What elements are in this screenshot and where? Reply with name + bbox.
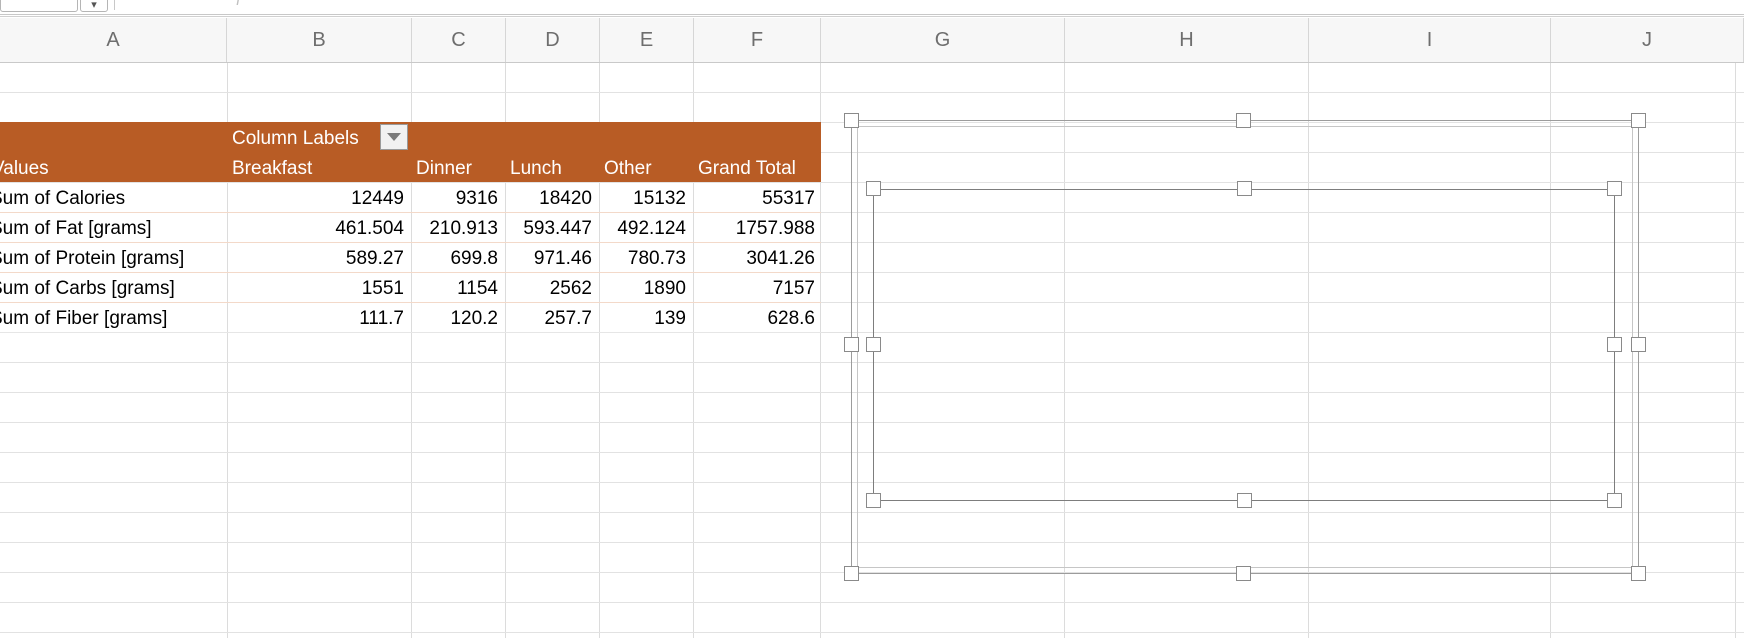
column-header-f[interactable]: F bbox=[694, 18, 821, 62]
pivot-cell[interactable]: 1890 bbox=[600, 274, 686, 304]
pivot-cell[interactable]: 120.2 bbox=[412, 304, 498, 334]
pivot-row-label[interactable]: Sum of Fiber [grams] bbox=[0, 304, 167, 334]
pivot-header-lunch: Lunch bbox=[510, 158, 562, 179]
formula-bar-border bbox=[0, 16, 1744, 17]
pivot-values-header: Values bbox=[0, 158, 49, 179]
pivot-header-grand-total: Grand Total bbox=[698, 158, 796, 179]
formula-separator bbox=[114, 0, 115, 10]
column-header-g[interactable]: G bbox=[821, 18, 1065, 62]
column-header-h[interactable]: H bbox=[1065, 18, 1309, 62]
pivot-cell[interactable]: 257.7 bbox=[506, 304, 592, 334]
plot-resize-handle[interactable] bbox=[1237, 181, 1252, 196]
pivot-cell[interactable]: 15132 bbox=[600, 184, 686, 214]
name-box-dropdown-button[interactable]: ▾ bbox=[80, 0, 108, 12]
pivot-cell[interactable]: 111.7 bbox=[232, 304, 404, 334]
name-box[interactable] bbox=[0, 0, 78, 12]
pivot-cell[interactable]: 139 bbox=[600, 304, 686, 334]
pivot-header-other: Other bbox=[604, 158, 652, 179]
function-icon[interactable]: f bbox=[236, 0, 240, 10]
pivot-cell[interactable]: 971.46 bbox=[506, 244, 592, 274]
column-header-c[interactable]: C bbox=[412, 18, 506, 62]
resize-handle[interactable] bbox=[844, 113, 859, 128]
pivot-cell[interactable]: 2562 bbox=[506, 274, 592, 304]
pivot-header-breakfast: Breakfast bbox=[232, 158, 313, 179]
plot-resize-handle[interactable] bbox=[1607, 181, 1622, 196]
pivot-cell[interactable]: 780.73 bbox=[600, 244, 686, 274]
column-header-a[interactable]: A bbox=[0, 18, 227, 62]
chevron-down-icon: ▾ bbox=[91, 0, 97, 11]
plot-resize-handle[interactable] bbox=[866, 493, 881, 508]
pivot-cell[interactable]: 18420 bbox=[506, 184, 592, 214]
column-header-j[interactable]: J bbox=[1551, 18, 1744, 62]
plot-resize-handle[interactable] bbox=[866, 181, 881, 196]
pivot-cell[interactable]: 628.6 bbox=[694, 304, 815, 334]
resize-handle[interactable] bbox=[1236, 113, 1251, 128]
pivot-cell[interactable]: 3041.26 bbox=[694, 244, 815, 274]
pivot-cell[interactable]: 1757.988 bbox=[694, 214, 815, 244]
plot-resize-handle[interactable] bbox=[1607, 337, 1622, 352]
resize-handle[interactable] bbox=[1631, 337, 1646, 352]
pivot-cell[interactable]: 593.447 bbox=[506, 214, 592, 244]
resize-handle[interactable] bbox=[1236, 566, 1251, 581]
pivot-column-labels: Column Labels bbox=[232, 128, 359, 149]
pivot-row-label[interactable]: Sum of Carbs [grams] bbox=[0, 274, 175, 304]
pivot-row-label[interactable]: Sum of Fat [grams] bbox=[0, 214, 152, 244]
resize-handle[interactable] bbox=[844, 566, 859, 581]
pivot-cell[interactable]: 492.124 bbox=[600, 214, 686, 244]
pivot-cell[interactable]: 1154 bbox=[412, 274, 498, 304]
plot-resize-handle[interactable] bbox=[866, 337, 881, 352]
pivot-cell[interactable]: 12449 bbox=[232, 184, 404, 214]
resize-handle[interactable] bbox=[1631, 113, 1646, 128]
pivot-cell[interactable]: 589.27 bbox=[232, 244, 404, 274]
formula-bar bbox=[0, 0, 1744, 15]
plot-resize-handle[interactable] bbox=[1607, 493, 1622, 508]
plot-area-frame[interactable] bbox=[873, 189, 1615, 501]
resize-handle[interactable] bbox=[844, 337, 859, 352]
filter-dropdown-icon bbox=[387, 133, 401, 141]
column-header-e[interactable]: E bbox=[600, 18, 694, 62]
column-header-d[interactable]: D bbox=[506, 18, 600, 62]
pivot-cell[interactable]: 55317 bbox=[694, 184, 815, 214]
pivot-row-label[interactable]: Sum of Calories bbox=[0, 184, 125, 214]
pivot-row-label[interactable]: Sum of Protein [grams] bbox=[0, 244, 184, 274]
column-header-b[interactable]: B bbox=[227, 18, 412, 62]
pivot-header-dinner: Dinner bbox=[416, 158, 472, 179]
pivot-cell[interactable]: 461.504 bbox=[232, 214, 404, 244]
plot-resize-handle[interactable] bbox=[1237, 493, 1252, 508]
pivot-cell[interactable]: 9316 bbox=[412, 184, 498, 214]
pivot-cell[interactable]: 1551 bbox=[232, 274, 404, 304]
column-header-row: A B C D E F G H I J bbox=[0, 18, 1744, 63]
pivot-filter-button[interactable] bbox=[380, 124, 408, 150]
resize-handle[interactable] bbox=[1631, 566, 1646, 581]
pivot-cell[interactable]: 210.913 bbox=[412, 214, 498, 244]
pivot-cell[interactable]: 699.8 bbox=[412, 244, 498, 274]
column-header-i[interactable]: I bbox=[1309, 18, 1551, 62]
pivot-cell[interactable]: 7157 bbox=[694, 274, 815, 304]
